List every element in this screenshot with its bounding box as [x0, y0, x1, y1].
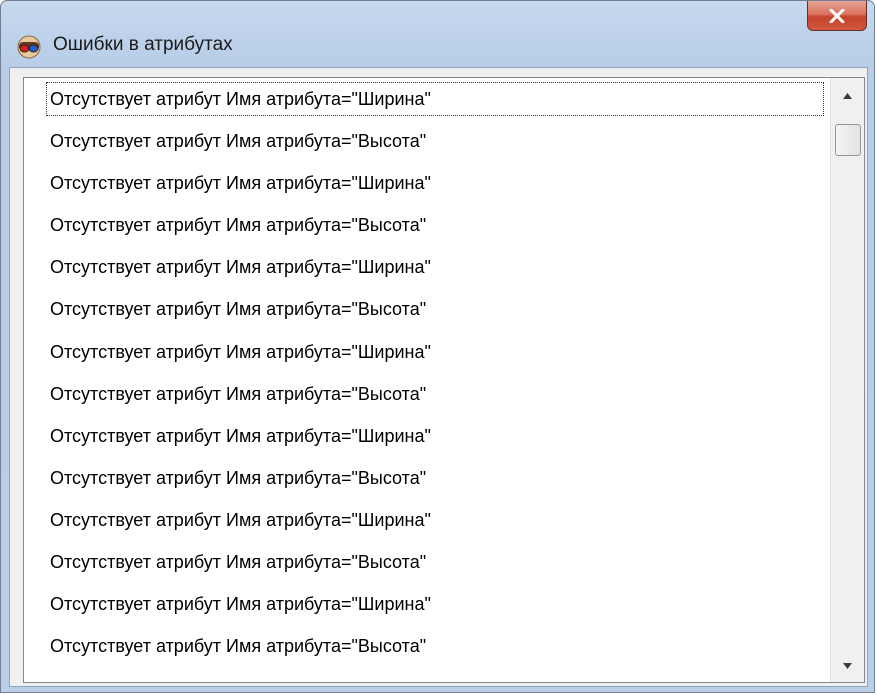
stereo-glasses-icon	[17, 35, 41, 59]
list-item[interactable]: Отсутствует атрибут Имя атрибута="Ширина…	[24, 246, 828, 288]
list-item[interactable]: Отсутствует атрибут Имя атрибута="Высота…	[24, 288, 828, 330]
list-item[interactable]: Отсутствует атрибут Имя атрибута="Высота…	[24, 373, 828, 415]
list-item[interactable]: Отсутствует атрибут Имя атрибута="Ширина…	[24, 415, 828, 457]
scroll-up-arrow-icon	[843, 86, 852, 104]
title-bar[interactable]: Ошибки в атрибутах	[1, 1, 874, 67]
scroll-down-button[interactable]	[831, 648, 864, 682]
close-button[interactable]	[807, 1, 867, 31]
list-item[interactable]: Отсутствует атрибут Имя атрибута="Высота…	[24, 120, 828, 162]
list-item[interactable]: Отсутствует атрибут Имя атрибута="Ширина…	[24, 78, 828, 120]
scroll-up-button[interactable]	[831, 78, 864, 112]
errors-listbox[interactable]: Отсутствует атрибут Имя атрибута="Ширина…	[23, 77, 865, 683]
list-item[interactable]: Отсутствует атрибут Имя атрибута="Ширина…	[24, 583, 828, 625]
list-item[interactable]: Отсутствует атрибут Имя атрибута="Высота…	[24, 541, 828, 583]
list-item[interactable]: Отсутствует атрибут Имя атрибута="Высота…	[24, 625, 828, 667]
scroll-down-arrow-icon	[843, 656, 852, 674]
list-item[interactable]: Отсутствует атрибут Имя атрибута="Высота…	[24, 457, 828, 499]
list-item[interactable]: Отсутствует атрибут Имя атрибута="Ширина…	[24, 331, 828, 373]
errors-list: Отсутствует атрибут Имя атрибута="Ширина…	[24, 78, 828, 682]
list-item[interactable]: Отсутствует атрибут Имя атрибута="Ширина…	[24, 499, 828, 541]
scroll-thumb[interactable]	[835, 124, 861, 156]
list-item[interactable]: Отсутствует атрибут Имя атрибута="Ширина…	[24, 162, 828, 204]
list-item[interactable]: Отсутствует атрибут Имя атрибута="Высота…	[24, 204, 828, 246]
error-dialog-window: Ошибки в атрибутах Отсутствует атрибут И…	[0, 0, 875, 693]
close-icon	[829, 8, 845, 23]
vertical-scrollbar[interactable]	[830, 78, 864, 682]
window-title: Ошибки в атрибутах	[53, 34, 233, 55]
